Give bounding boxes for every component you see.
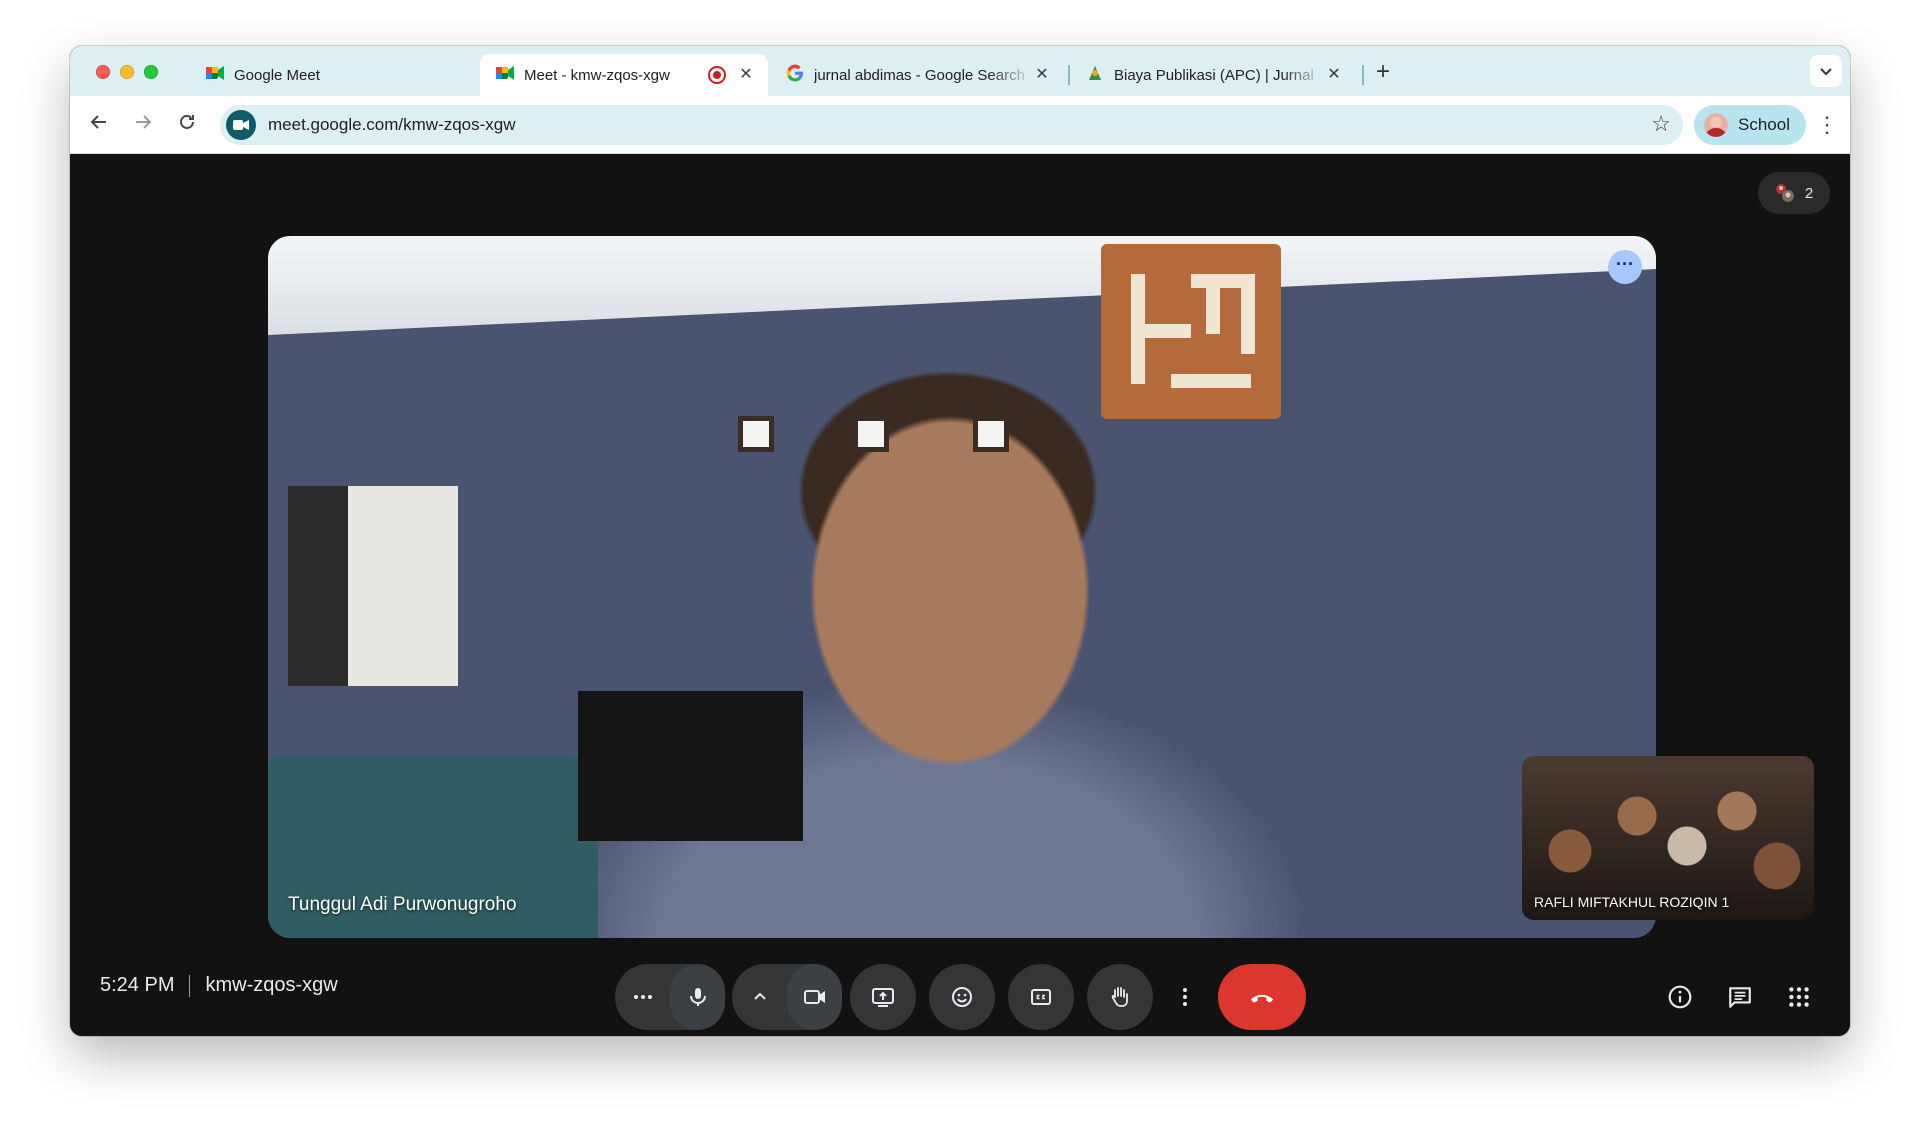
microphone-button[interactable]	[670, 964, 725, 1030]
video-settings-button[interactable]	[732, 964, 787, 1030]
browser-menu-button[interactable]: ⋮	[1816, 110, 1838, 140]
camera-button[interactable]	[787, 964, 842, 1030]
zoom-window-button[interactable]	[144, 65, 158, 79]
end-call-icon	[1250, 994, 1274, 1003]
close-tab-icon[interactable]: ✕	[736, 65, 756, 85]
minimize-window-button[interactable]	[120, 65, 134, 79]
tab-journal-apc[interactable]: Biaya Publikasi (APC) | Jurnal ✕	[1070, 54, 1356, 96]
back-button[interactable]	[84, 110, 114, 140]
leave-call-button[interactable]	[1218, 964, 1306, 1030]
tab-google-search[interactable]: jurnal abdimas - Google Search ✕	[770, 54, 1064, 96]
profile-label: School	[1738, 115, 1790, 134]
present-screen-button[interactable]	[850, 964, 916, 1030]
browser-toolbar: meet.google.com/kmw-zqos-xgw ☆ School ⋮	[70, 96, 1850, 154]
recording-icon	[708, 66, 726, 84]
google-meet-icon	[206, 65, 224, 85]
chat-icon	[1729, 987, 1751, 1008]
self-video-tile[interactable]: RAFLI MIFTAKHUL ROZIQIN 1	[1522, 756, 1814, 920]
tab-label: Google Meet	[234, 66, 320, 84]
main-participant-name: Tunggul Adi Purwonugroho	[288, 894, 517, 915]
emoji-icon	[952, 987, 972, 1007]
closed-captions-icon	[1031, 989, 1051, 1005]
tab-label: jurnal abdimas - Google Search	[814, 66, 1025, 84]
more-vertical-icon	[1183, 988, 1187, 1006]
profile-button[interactable]: School	[1694, 105, 1806, 145]
raise-hand-button[interactable]	[1087, 964, 1153, 1030]
present-screen-icon	[872, 988, 894, 1007]
reload-icon	[180, 115, 194, 129]
address-bar[interactable]: meet.google.com/kmw-zqos-xgw ☆	[220, 105, 1683, 145]
info-icon	[1668, 985, 1692, 1009]
close-window-button[interactable]	[96, 65, 110, 79]
tab-search-button[interactable]	[1810, 55, 1842, 87]
captions-button[interactable]	[1008, 964, 1074, 1030]
avatar	[1704, 113, 1728, 137]
new-tab-button[interactable]: +	[1370, 60, 1396, 86]
arrow-left-icon	[90, 115, 106, 129]
url-text: meet.google.com/kmw-zqos-xgw	[268, 115, 516, 134]
wall-decoration	[1101, 244, 1281, 419]
video-background-cabinet	[288, 486, 458, 686]
browser-window: Google Meet ✕ Meet - kmw-zqos-xgw ✕ jurn…	[70, 46, 1850, 1036]
main-video-tile[interactable]: ··· Tunggul Adi Purwonugroho	[268, 236, 1656, 938]
camera-control-group	[732, 964, 842, 1030]
tab-label: Biaya Publikasi (APC) | Jurnal	[1114, 66, 1314, 84]
meeting-details: 5:24 PM kmw-zqos-xgw	[100, 974, 338, 997]
bookmark-star-icon[interactable]: ☆	[1651, 111, 1671, 137]
tab-meet-call[interactable]: Meet - kmw-zqos-xgw ✕	[480, 54, 768, 96]
arrow-right-icon	[136, 115, 152, 129]
meeting-details-button[interactable]	[1664, 981, 1696, 1013]
close-tab-icon[interactable]: ✕	[1324, 65, 1344, 85]
forward-button[interactable]	[128, 110, 158, 140]
site-info-icon[interactable]	[226, 110, 256, 140]
microphone-control-group	[615, 964, 725, 1030]
close-tab-icon[interactable]: ✕	[1032, 65, 1052, 85]
reload-button[interactable]	[172, 110, 202, 140]
tab-label: Meet - kmw-zqos-xgw	[524, 66, 670, 84]
participants-chip[interactable]: 2	[1758, 172, 1830, 214]
tile-more-options-button[interactable]: ···	[1608, 250, 1642, 284]
reactions-button[interactable]	[929, 964, 995, 1030]
video-camera-icon	[803, 990, 825, 1004]
apps-grid-icon	[1789, 987, 1809, 1007]
chevron-down-icon	[1820, 68, 1832, 76]
raise-hand-icon	[1111, 987, 1128, 1007]
meeting-time: 5:24 PM	[100, 974, 175, 996]
self-participant-name: RAFLI MIFTAKHUL ROZIQIN 1	[1534, 894, 1730, 910]
more-horizontal-icon	[633, 995, 652, 999]
video-background-ceiling	[268, 236, 1656, 335]
tab-separator	[1362, 65, 1364, 85]
journal-site-icon	[1086, 64, 1104, 86]
microphone-icon	[689, 988, 706, 1006]
participant-count: 2	[1804, 184, 1814, 202]
divider	[189, 974, 191, 997]
audio-settings-button[interactable]	[615, 964, 670, 1030]
google-g-icon	[786, 64, 804, 86]
video-background-tv	[578, 691, 803, 841]
participant-avatars-icon	[1775, 184, 1794, 202]
chat-button[interactable]	[1724, 981, 1756, 1013]
meet-stage: 2 ··· Tunggul Adi Purwonugroho RAFLI MIF…	[70, 154, 1850, 1036]
meeting-code: kmw-zqos-xgw	[205, 974, 338, 996]
google-meet-icon	[496, 65, 514, 85]
tab-strip: Google Meet ✕ Meet - kmw-zqos-xgw ✕ jurn…	[70, 46, 1850, 96]
more-options-button[interactable]	[1166, 964, 1204, 1030]
activities-button[interactable]	[1783, 981, 1815, 1013]
chevron-up-icon	[753, 992, 766, 1000]
